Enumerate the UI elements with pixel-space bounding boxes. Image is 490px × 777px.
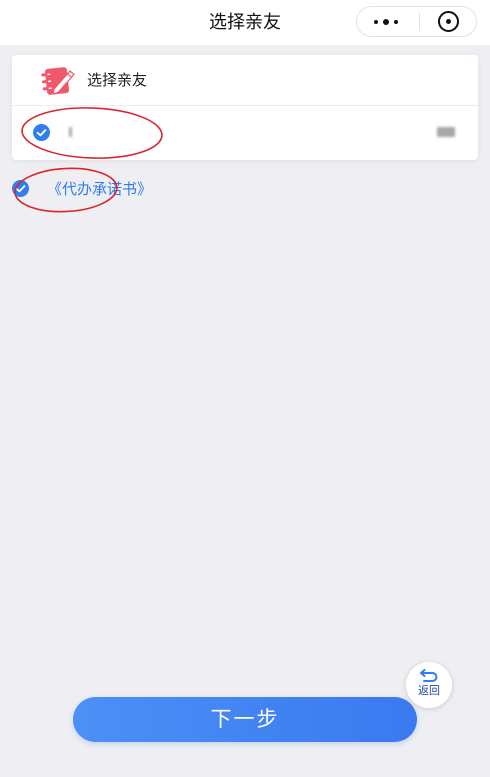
target-circle-icon[interactable] — [420, 7, 477, 36]
dot — [374, 20, 378, 24]
relative-row[interactable] — [12, 106, 478, 160]
agreement-link[interactable]: 《代办承诺书》 — [47, 179, 152, 199]
relatives-card: 选择亲友 — [12, 55, 478, 160]
checked-circle-icon[interactable] — [33, 124, 50, 141]
agreement-row: 《代办承诺书》 — [0, 176, 200, 202]
back-button[interactable]: 返回 — [406, 662, 452, 708]
card-header-label: 选择亲友 — [87, 71, 148, 89]
card-header: 选择亲友 — [12, 55, 478, 106]
notebook-pencil-icon — [41, 67, 75, 95]
dot — [394, 20, 398, 24]
menu-capsule — [356, 6, 477, 37]
redacted-relative-name — [69, 127, 72, 137]
back-button-label: 返回 — [418, 684, 440, 697]
return-arrow-icon — [420, 669, 438, 682]
ring-dot — [445, 18, 451, 24]
ring — [438, 11, 459, 32]
dot — [383, 19, 389, 25]
nav-bar: 选择亲友 — [0, 0, 490, 45]
redacted-relative-info — [437, 127, 455, 137]
checked-circle-icon[interactable] — [12, 180, 29, 197]
next-step-button[interactable]: 下一步 — [73, 697, 417, 742]
more-dots-icon[interactable] — [357, 7, 417, 36]
